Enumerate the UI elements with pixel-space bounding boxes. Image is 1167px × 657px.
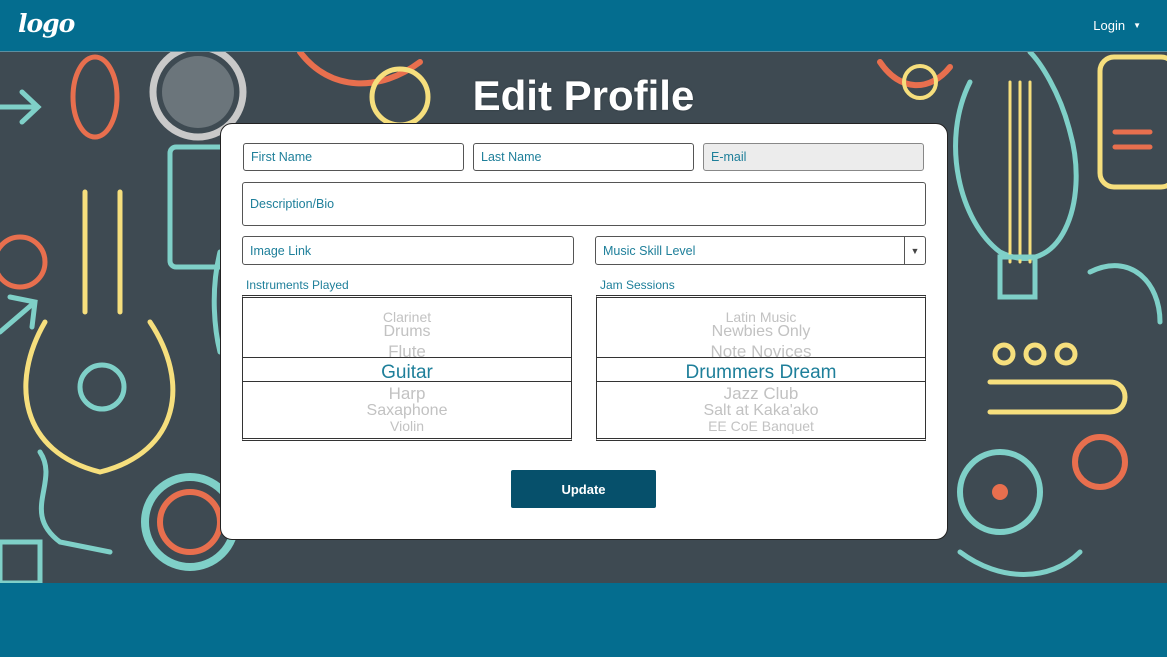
instrument-option[interactable]: Flute xyxy=(243,343,571,360)
last-name-field[interactable]: Last Name xyxy=(473,143,694,171)
instrument-option[interactable]: Violin xyxy=(243,419,571,433)
edit-profile-form: First Name Last Name E-mail Description/… xyxy=(220,123,948,540)
jam-option[interactable]: EE CoE Banquet xyxy=(597,419,925,433)
instruments-picker[interactable]: Clarinet Drums Flute Guitar Harp Saxapho… xyxy=(242,295,572,441)
jam-option[interactable]: Latin Music xyxy=(597,310,925,324)
caret-down-icon[interactable]: ▼ xyxy=(1133,21,1141,30)
chevron-down-icon[interactable]: ▼ xyxy=(904,237,925,264)
jam-option[interactable]: Note Novices xyxy=(597,343,925,360)
image-link-field[interactable]: Image Link xyxy=(242,236,574,265)
jam-option-selected[interactable]: Drummers Dream xyxy=(597,363,925,382)
login-label[interactable]: Login xyxy=(1093,18,1125,33)
update-button[interactable]: Update xyxy=(511,470,656,508)
top-navbar: logo Login ▼ xyxy=(0,0,1167,52)
instrument-option[interactable]: Saxaphone xyxy=(243,403,571,419)
instrument-option[interactable]: Drums xyxy=(243,324,571,340)
login-menu[interactable]: Login ▼ xyxy=(1093,18,1141,33)
instrument-option-selected[interactable]: Guitar xyxy=(243,363,571,382)
instrument-option[interactable]: Harp xyxy=(243,385,571,402)
instruments-label: Instruments Played xyxy=(246,278,349,292)
jam-option[interactable]: Jazz Club xyxy=(597,385,925,402)
page-title: Edit Profile xyxy=(472,72,695,119)
instrument-option[interactable]: Clarinet xyxy=(243,310,571,324)
skill-level-value: Music Skill Level xyxy=(603,243,696,258)
jam-sessions-picker[interactable]: Latin Music Newbies Only Note Novices Dr… xyxy=(596,295,926,441)
logo[interactable]: logo xyxy=(18,9,75,38)
jam-option[interactable]: Newbies Only xyxy=(597,324,925,340)
email-field: E-mail xyxy=(703,143,924,171)
jam-option[interactable]: Salt at Kaka'ako xyxy=(597,403,925,419)
bio-field[interactable]: Description/Bio xyxy=(242,182,926,226)
jam-sessions-label: Jam Sessions xyxy=(600,278,675,292)
footer xyxy=(0,583,1167,657)
music-skill-level-select[interactable]: Music Skill Level ▼ xyxy=(595,236,926,265)
first-name-field[interactable]: First Name xyxy=(243,143,464,171)
